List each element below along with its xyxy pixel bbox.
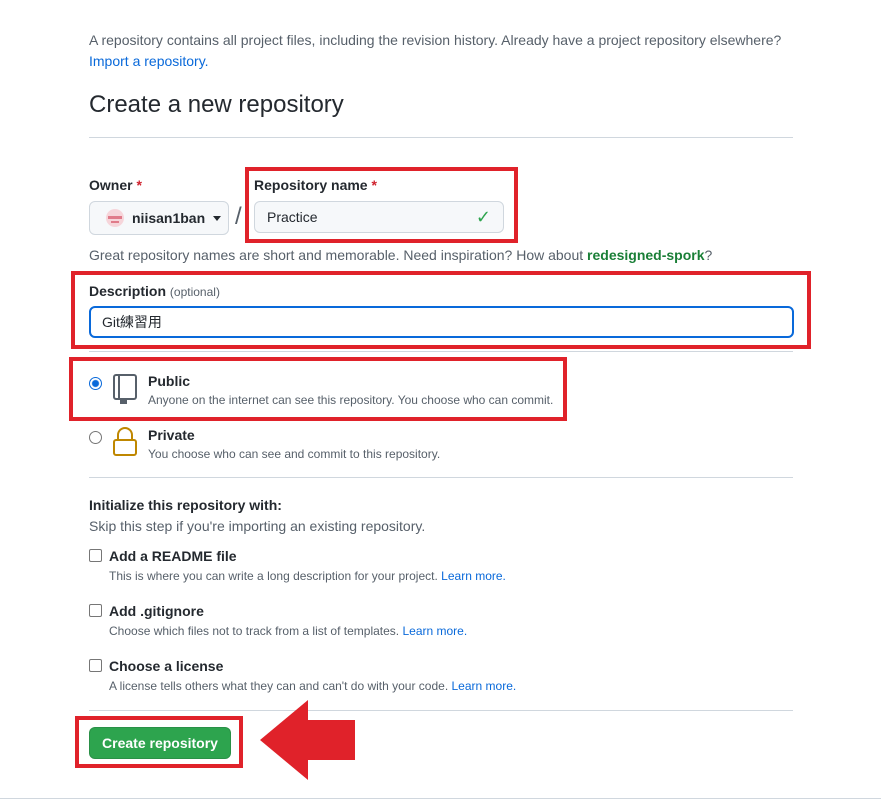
repo-name-label-text: Repository name [254,177,368,193]
repo-name-value: Practice [267,209,318,225]
private-radio[interactable] [89,431,102,444]
page-title: Create a new repository [89,91,344,118]
public-label: Public [148,373,191,389]
name-suggestion-link[interactable]: redesigned-spork [587,247,704,263]
check-icon: ✓ [475,206,491,227]
license-learn-more-link[interactable]: Learn more. [452,679,517,693]
divider [89,477,793,478]
gitignore-learn-more-link[interactable]: Learn more. [402,624,467,638]
readme-learn-more-link[interactable]: Learn more. [441,569,506,583]
divider [89,351,793,352]
description-optional: (optional) [169,285,220,299]
repo-name-input[interactable]: Practice ✓ [254,201,504,233]
readme-description-text: This is where you can write a long descr… [109,569,438,583]
license-label[interactable]: Choose a license [109,657,223,675]
gitignore-checkbox[interactable] [89,604,102,617]
owner-required-mark: * [136,177,142,193]
readme-label[interactable]: Add a README file [109,547,237,565]
repo-book-icon [113,374,137,404]
highlight-box-public [69,357,567,421]
gitignore-description-text: Choose which files not to track from a l… [109,624,400,638]
license-checkbox[interactable] [89,659,102,672]
private-label: Private [148,427,195,443]
description-value: Git練習用 [102,314,162,330]
license-description-text: A license tells others what they can and… [109,679,449,693]
repo-name-required-mark: * [371,177,377,193]
intro-text: A repository contains all project files,… [89,30,799,72]
owner-repo-separator: / [235,203,242,230]
name-hint-text: Great repository names are short and mem… [89,247,584,263]
gitignore-label[interactable]: Add .gitignore [109,602,204,620]
gitignore-description: Choose which files not to track from a l… [109,622,467,640]
init-subtitle: Skip this step if you're importing an ex… [89,518,426,534]
create-repository-button[interactable]: Create repository [89,727,231,759]
readme-description: This is where you can write a long descr… [109,567,506,585]
public-radio[interactable] [89,377,102,390]
intro-description: A repository contains all project files,… [89,32,782,48]
caret-down-icon [213,215,222,221]
name-hint: Great repository names are short and mem… [89,245,712,265]
red-arrow-icon [260,700,355,780]
public-description: Anyone on the internet can see this repo… [148,393,554,407]
owner-value: niisan1ban [132,210,206,226]
divider [89,710,793,711]
owner-dropdown[interactable]: niisan1ban [89,201,229,235]
readme-checkbox[interactable] [89,549,102,562]
description-label-text: Description [89,283,167,299]
private-description: You choose who can see and commit to thi… [148,447,441,461]
owner-label: Owner * [89,175,142,195]
footer-divider [0,798,881,799]
license-description: A license tells others what they can and… [109,677,516,695]
owner-label-text: Owner [89,177,133,193]
lock-icon [113,427,137,456]
description-label: Description (optional) [89,281,220,302]
title-divider [89,137,793,138]
repo-name-label: Repository name * [254,175,377,195]
description-input[interactable]: Git練習用 [89,306,794,338]
avatar [106,209,124,227]
init-title: Initialize this repository with: [89,497,282,513]
import-repository-link[interactable]: Import a repository. [89,51,799,72]
name-hint-end: ? [704,247,713,263]
